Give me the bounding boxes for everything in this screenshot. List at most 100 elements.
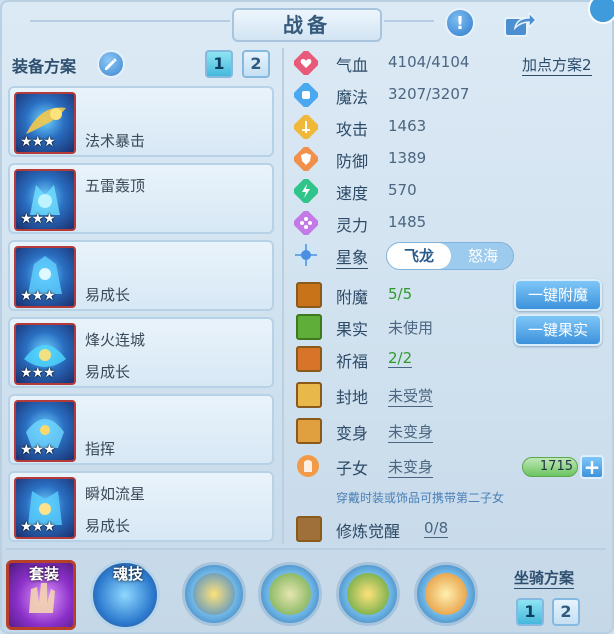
stat-label: 气血 <box>336 56 369 75</box>
one-click-enchant-button[interactable]: 一键附魔 <box>514 279 602 311</box>
point-plan-link[interactable]: 加点方案2 <box>522 54 592 76</box>
stat-value: 1389 <box>388 149 427 167</box>
equipment-icon: ★★★ <box>14 246 76 308</box>
equipment-plan-2-button[interactable]: 2 <box>242 50 270 78</box>
stat-value: 2/2 <box>388 349 413 368</box>
children-hint: 穿戴时装或饰品可携带第二子女 <box>336 491 505 505</box>
page-title: 战备 <box>232 8 382 42</box>
equipment-slot-4[interactable]: ★★★ 烽火连城 易成长 <box>8 317 274 388</box>
fruit-icon <box>296 314 322 340</box>
stat-value: 1485 <box>388 213 427 231</box>
stat-value: 未使用 <box>388 319 434 337</box>
stat-label: 封地 <box>336 388 369 407</box>
stat-label: 果实 <box>336 320 369 339</box>
xing-xiang-option-feilong[interactable]: 飞龙 <box>387 243 451 269</box>
one-click-fruit-button[interactable]: 一键果实 <box>514 314 602 346</box>
equipment-slot-1[interactable]: ★★★ 法术暴击 <box>8 86 274 157</box>
xing-xiang-row: 星象 飞龙 怒海 <box>290 240 610 270</box>
mount-plan-2-button[interactable]: 2 <box>552 598 580 626</box>
star-rating: ★★★ <box>20 211 56 227</box>
stat-value[interactable]: 未受赏 <box>388 385 434 407</box>
heart-icon <box>294 51 318 75</box>
equipment-slot-6[interactable]: ★★★ 瞬如流星 易成长 <box>8 471 274 542</box>
blade-icon <box>269 573 311 615</box>
xing-xiang-label: 星象 <box>336 244 369 269</box>
cultivation-icon <box>296 516 322 542</box>
skill-orb-4[interactable] <box>414 562 478 626</box>
info-button[interactable]: ! <box>445 8 475 38</box>
figure-icon <box>193 573 235 615</box>
mana-icon <box>294 83 318 107</box>
stat-value: 1463 <box>388 117 427 135</box>
equipment-icon: ★★★ <box>14 169 76 231</box>
stat-value: 570 <box>388 181 417 199</box>
fief-icon <box>296 382 322 408</box>
star-burst-icon <box>295 244 317 266</box>
equipment-slot-2[interactable]: ★★★ 五雷轰顶 <box>8 163 274 234</box>
skill-name-bottom: 易成长 <box>85 286 131 304</box>
stat-value[interactable]: 未变身 <box>388 421 434 443</box>
skill-name-top: 五雷轰顶 <box>85 177 146 195</box>
fief-row: 封地 未受赏 <box>290 380 610 410</box>
stat-value[interactable]: 0/8 <box>424 519 449 538</box>
equipment-plan-1-button[interactable]: 1 <box>205 50 233 78</box>
wing-icon <box>347 573 389 615</box>
stat-row-defense: 防御 1389 <box>290 144 610 174</box>
panel-divider <box>282 48 284 544</box>
bottom-separator <box>6 548 606 550</box>
equipment-icon: ★★★ <box>14 92 76 154</box>
skill-orb-3[interactable] <box>336 562 400 626</box>
soul-skill-label: 魂技 <box>112 565 143 583</box>
equipment-slot-list: ★★★ 法术暴击 ★★★ 五雷轰顶 ★★★ 易成长 ★★★ 烽火连城 易成长 ★… <box>8 86 274 548</box>
star-rating: ★★★ <box>20 519 56 535</box>
stat-label: 变身 <box>336 424 369 443</box>
suit-slot[interactable]: 套装 <box>6 560 76 630</box>
equipment-icon: ★★★ <box>14 400 76 462</box>
stat-value: 3207/3207 <box>388 85 470 103</box>
suit-label: 套装 <box>28 565 59 583</box>
mount-plan-1-button[interactable]: 1 <box>516 598 544 626</box>
skill-name-top: 烽火连城 <box>85 331 146 349</box>
star-rating: ★★★ <box>20 134 56 150</box>
star-rating: ★★★ <box>20 442 56 458</box>
stat-value: 5/5 <box>388 285 413 303</box>
plus-icon: + <box>583 455 601 479</box>
enchant-icon <box>296 282 322 308</box>
stat-value: 4104/4104 <box>388 53 470 71</box>
star-rating: ★★★ <box>20 288 56 304</box>
skill-orb-2[interactable] <box>258 562 322 626</box>
soul-skill-slot[interactable]: 魂技 <box>90 560 160 630</box>
title-decoration-right <box>384 20 434 28</box>
equipment-slot-3[interactable]: ★★★ 易成长 <box>8 240 274 311</box>
children-icon <box>297 455 319 477</box>
skill-orb-1[interactable] <box>182 562 246 626</box>
transform-icon <box>296 418 322 444</box>
stat-label: 修炼觉醒 <box>336 522 401 541</box>
equipment-icon: ★★★ <box>14 323 76 385</box>
xing-xiang-option-nuhai[interactable]: 怒海 <box>451 243 515 269</box>
equipment-slot-5[interactable]: ★★★ 指挥 <box>8 394 274 465</box>
add-coin-button[interactable]: + <box>580 455 604 479</box>
equipment-icon: ★★★ <box>14 477 76 539</box>
share-icon <box>504 11 537 37</box>
coin-bar: 1715 <box>522 457 578 477</box>
stat-row-spirit: 灵力 1485 <box>290 208 610 238</box>
skill-name-bottom: 指挥 <box>85 440 116 458</box>
mount-plan-label: 坐骑方案 <box>514 569 575 589</box>
share-button[interactable] <box>503 10 537 38</box>
transform-row: 变身 未变身 <box>290 416 610 446</box>
stat-row-speed: 速度 570 <box>290 176 610 206</box>
stat-label: 附魔 <box>336 288 369 307</box>
star-rating: ★★★ <box>20 365 56 381</box>
blessing-icon <box>296 346 322 372</box>
stat-row-mp: 魔法 3207/3207 <box>290 80 610 110</box>
stat-value[interactable]: 未变身 <box>388 456 434 478</box>
stat-row-attack: 攻击 1463 <box>290 112 610 142</box>
skill-name-top: 瞬如流星 <box>85 485 146 503</box>
edit-plan-button[interactable] <box>97 50 125 78</box>
stat-label: 防御 <box>336 152 369 171</box>
shield-icon <box>294 147 318 171</box>
cultivation-row: 修炼觉醒 0/8 <box>290 514 610 544</box>
children-row: 子女 未变身 1715 + <box>290 451 610 481</box>
stat-label: 子女 <box>336 459 369 478</box>
